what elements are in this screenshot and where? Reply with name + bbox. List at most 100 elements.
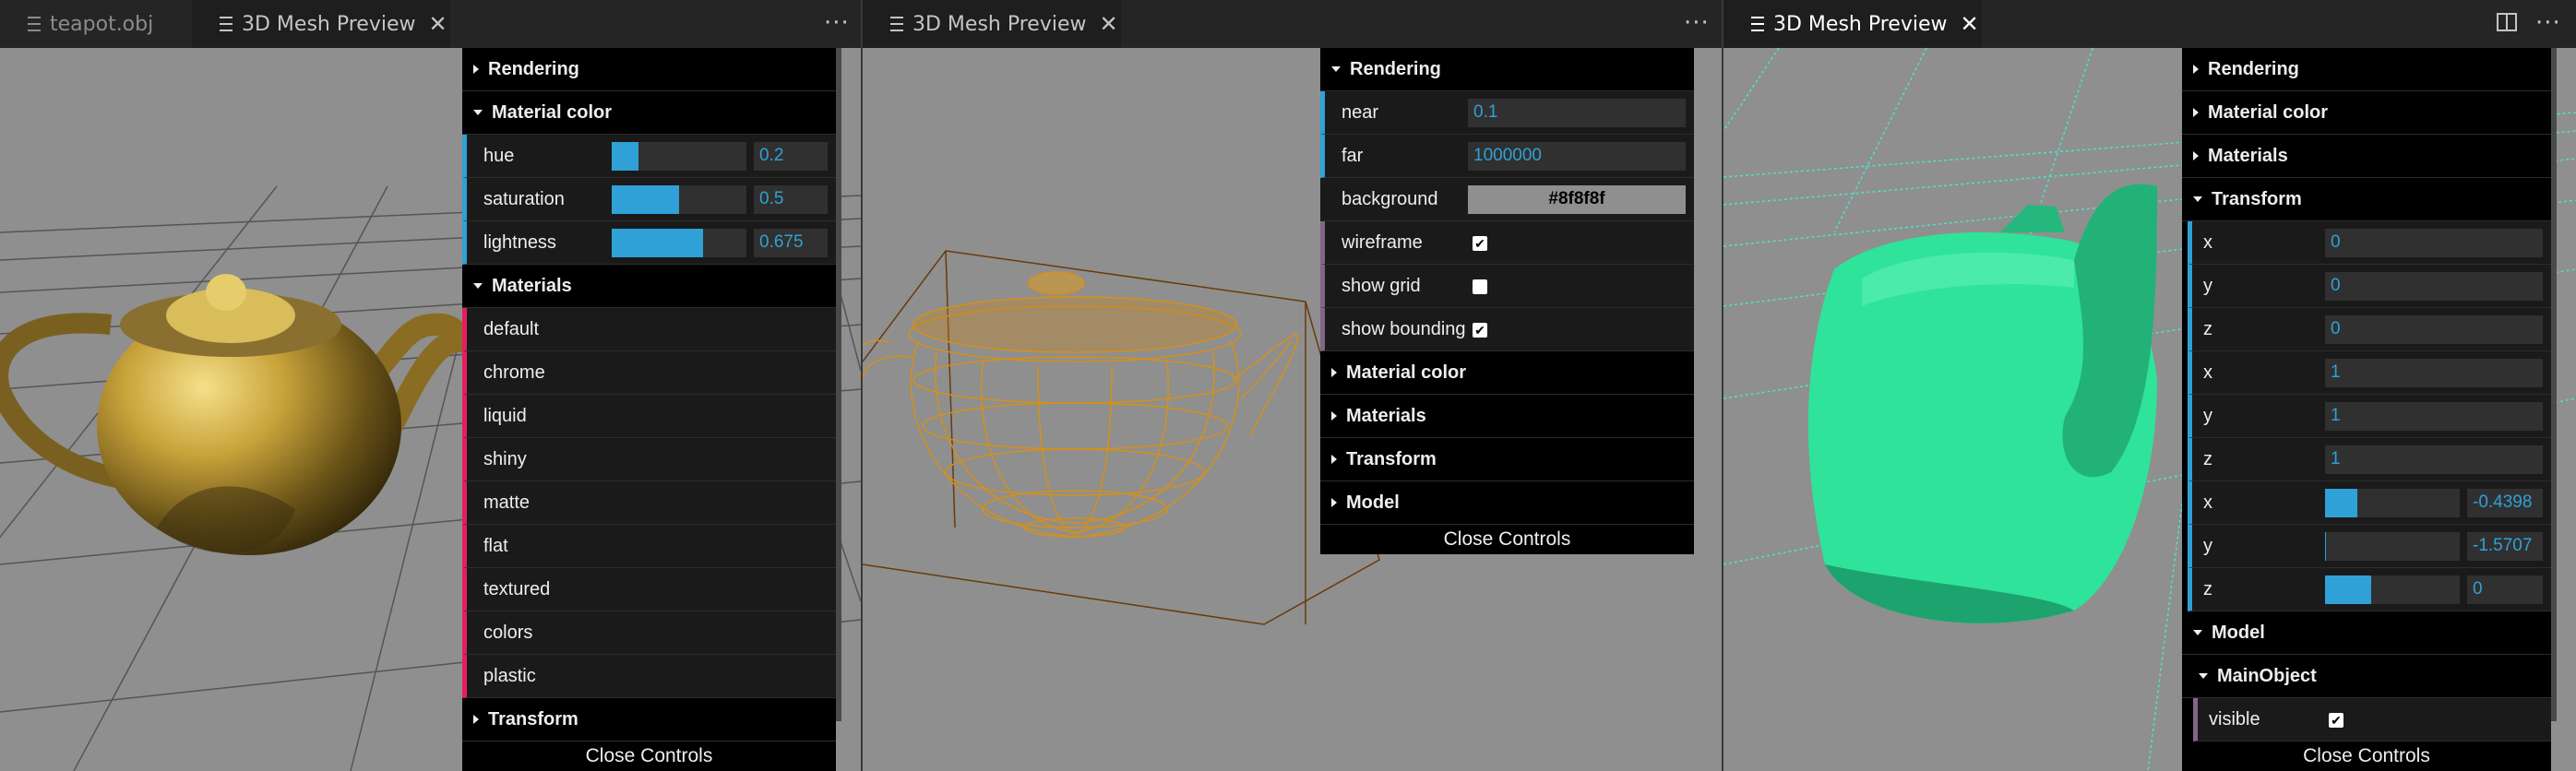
folder-title: Materials (492, 275, 572, 296)
position-x-input[interactable]: 0 (2325, 229, 2543, 257)
scale-x-input[interactable]: 1 (2325, 359, 2543, 387)
folder-transform[interactable]: Transform (1320, 438, 1694, 481)
folder-transform[interactable]: Transform (462, 698, 836, 741)
background-color-picker[interactable]: #8f8f8f (1468, 185, 1686, 214)
material-item-matte[interactable]: matte (462, 481, 836, 525)
rotation-x-slider[interactable] (2325, 489, 2460, 517)
rotation-z-input[interactable]: 0 (2467, 575, 2543, 604)
folder-materials[interactable]: Materials (462, 265, 836, 308)
material-label: matte (483, 492, 531, 513)
folder-model[interactable]: Model (1320, 481, 1694, 525)
saturation-control: saturation 0.5 (462, 178, 836, 221)
chevron-right-icon (2193, 108, 2199, 117)
material-item-liquid[interactable]: liquid (462, 395, 836, 438)
saturation-input[interactable]: 0.5 (754, 185, 828, 214)
position-z-input[interactable]: 0 (2325, 315, 2543, 344)
checkbox-icon[interactable] (1473, 279, 1487, 294)
folder-material-color[interactable]: Material color (2182, 91, 2551, 135)
rotation-z-slider[interactable] (2325, 575, 2460, 604)
material-item-flat[interactable]: flat (462, 525, 836, 568)
scale-y-input[interactable]: 1 (2325, 402, 2543, 431)
slider-fill (2325, 532, 2327, 561)
folder-materials[interactable]: Materials (2182, 135, 2551, 178)
folder-title: Rendering (488, 58, 579, 79)
control-label: lightness (483, 231, 556, 253)
rotation-y-slider[interactable] (2325, 532, 2460, 561)
checkbox-icon[interactable]: ✔ (1473, 236, 1487, 251)
close-icon[interactable]: ✕ (1099, 13, 1117, 35)
folder-rendering[interactable]: Rendering (462, 48, 836, 91)
folder-title: Transform (1346, 448, 1437, 469)
tab-3d-mesh-preview[interactable]: 3D Mesh Preview ✕ (1723, 0, 1982, 48)
folder-rendering[interactable]: Rendering (1320, 48, 1694, 91)
tab-label: 3D Mesh Preview (1773, 12, 1948, 36)
file-icon (28, 17, 41, 31)
tab-bar: teapot.obj 3D Mesh Preview ✕ ··· (0, 0, 861, 48)
position-y-control: y 0 (2188, 265, 2551, 308)
rotation-x-input[interactable]: -0.4398 (2467, 489, 2543, 517)
rotation-x-control: x -0.4398 (2188, 481, 2551, 525)
tab-teapot-obj[interactable]: teapot.obj (0, 0, 189, 48)
folder-material-color[interactable]: Material color (1320, 351, 1694, 395)
material-item-colors[interactable]: colors (462, 611, 836, 655)
scale-y-control: y 1 (2188, 395, 2551, 438)
close-controls-button[interactable]: Close Controls (1320, 525, 1694, 554)
lightness-slider[interactable] (612, 229, 746, 257)
control-label: y (2203, 405, 2212, 426)
editor-group-1: teapot.obj 3D Mesh Preview ✕ ··· Renderi… (0, 0, 861, 771)
folder-material-color[interactable]: Material color (462, 91, 836, 135)
folder-title: Material color (492, 101, 613, 123)
rotation-y-input[interactable]: -1.5707 (2467, 532, 2543, 561)
close-icon[interactable]: ✕ (1960, 13, 1978, 35)
position-y-input[interactable]: 0 (2325, 272, 2543, 301)
control-label: z (2203, 578, 2212, 599)
split-editor-icon[interactable] (2497, 13, 2517, 31)
material-label: default (483, 318, 540, 339)
near-input[interactable]: 0.1 (1468, 99, 1686, 127)
controls-panel: Rendering near 0.1 far 1000000 backgroun… (1320, 48, 1694, 554)
material-item-shiny[interactable]: shiny (462, 438, 836, 481)
material-label: flat (483, 535, 508, 556)
folder-title: Transform (488, 708, 578, 729)
tab-3d-mesh-preview[interactable]: 3D Mesh Preview ✕ (192, 0, 450, 48)
more-actions-icon[interactable]: ··· (1684, 9, 1710, 37)
panel-scrollbar[interactable] (2551, 48, 2557, 721)
material-item-default[interactable]: default (462, 308, 836, 351)
material-item-plastic[interactable]: plastic (462, 655, 836, 698)
far-input[interactable]: 1000000 (1468, 142, 1686, 171)
control-label: z (2203, 448, 2212, 469)
close-controls-button[interactable]: Close Controls (462, 741, 836, 771)
position-z-control: z 0 (2188, 308, 2551, 351)
more-actions-icon[interactable]: ··· (2535, 9, 2561, 37)
folder-main-object[interactable]: MainObject (2182, 655, 2551, 698)
material-item-textured[interactable]: textured (462, 568, 836, 611)
saturation-slider[interactable] (612, 185, 746, 214)
checkbox-icon[interactable]: ✔ (1473, 323, 1487, 338)
folder-rendering[interactable]: Rendering (2182, 48, 2551, 91)
more-actions-icon[interactable]: ··· (824, 9, 850, 37)
close-controls-button[interactable]: Close Controls (2182, 741, 2551, 771)
folder-materials[interactable]: Materials (1320, 395, 1694, 438)
folder-model[interactable]: Model (2182, 611, 2551, 655)
checkbox-icon[interactable]: ✔ (2329, 713, 2343, 728)
material-label: chrome (483, 362, 545, 383)
tab-3d-mesh-preview[interactable]: 3D Mesh Preview ✕ (863, 0, 1121, 48)
controls-panel: Rendering Material color Materials Trans… (2182, 48, 2551, 771)
slider-fill (612, 229, 703, 257)
hue-input[interactable]: 0.2 (754, 142, 828, 171)
tab-label: teapot.obj (50, 12, 154, 36)
lightness-input[interactable]: 0.675 (754, 229, 828, 257)
chevron-right-icon (1331, 455, 1337, 464)
tab-bar: 3D Mesh Preview ✕ ··· (863, 0, 1722, 48)
material-item-chrome[interactable]: chrome (462, 351, 836, 395)
folder-transform[interactable]: Transform (2182, 178, 2551, 221)
far-control: far 1000000 (1320, 135, 1694, 178)
teapot-wireframe (863, 271, 1298, 538)
hue-slider[interactable] (612, 142, 746, 171)
panel-scrollbar[interactable] (836, 48, 841, 721)
material-label: liquid (483, 405, 527, 426)
scale-z-input[interactable]: 1 (2325, 445, 2543, 474)
control-label: near (1342, 101, 1379, 123)
close-icon[interactable]: ✕ (428, 13, 447, 35)
teapot-model (0, 274, 470, 555)
